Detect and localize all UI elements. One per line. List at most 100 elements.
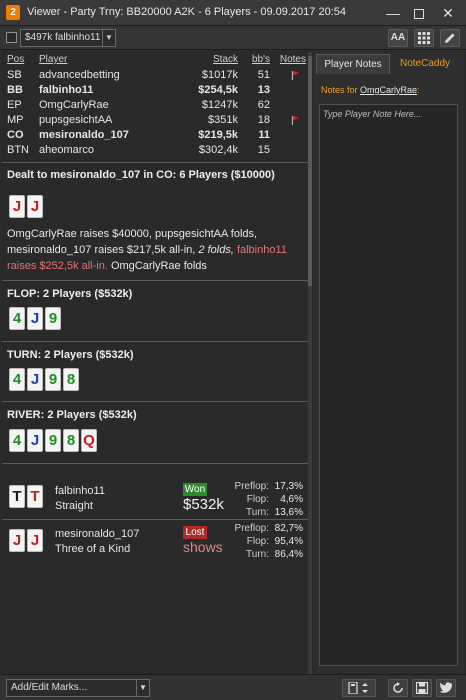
grid-button[interactable] — [414, 29, 434, 47]
player-player: falbinho11 — [39, 84, 94, 96]
player-row[interactable]: CO mesironaldo_107 $219,5k 11 — [2, 129, 308, 144]
shows-label: shows — [183, 539, 223, 555]
divider — [2, 280, 308, 281]
player-select-value: $497k falbinho11 — [25, 32, 101, 43]
playing-card: 4 — [9, 368, 25, 391]
player-note-textarea[interactable]: Type Player Note Here... — [319, 104, 458, 666]
player-bbs: 62 — [257, 99, 270, 111]
equity-label: Preflop: — [234, 523, 269, 534]
preflop-action: OmgCarlyRae raises $40000, pupsgesichtAA… — [7, 226, 305, 274]
player-row[interactable]: BTN aheomarco $302,4k 15 — [2, 144, 308, 159]
grid-icon — [418, 32, 430, 44]
won-amount: $532k — [183, 496, 224, 513]
tweet-button[interactable] — [436, 679, 456, 697]
twitter-icon — [439, 682, 453, 693]
player-bbs: 15 — [257, 144, 270, 156]
equity-turn: 86,4% — [274, 549, 303, 560]
player-stack: $1017k — [201, 69, 238, 81]
player-row[interactable]: EP OmgCarlyRae $1247k 62 — [2, 99, 308, 114]
player-row[interactable]: BB falbinho11 $254,5k 13 — [2, 84, 308, 99]
player-pos: BB — [7, 84, 23, 96]
header-stack: Stack — [212, 54, 238, 65]
hide-checkbox[interactable] — [6, 32, 17, 43]
save-button[interactable] — [412, 679, 432, 697]
equity-preflop: 17,3% — [274, 481, 303, 492]
player-row[interactable]: SB advancedbetting $1017k 51 — [2, 69, 308, 84]
playing-card: 4 — [9, 307, 25, 330]
flag-icon — [291, 71, 300, 80]
player-pos: CO — [7, 129, 24, 141]
turn-header: TURN: 2 Players ($532k) — [7, 349, 134, 361]
calculator-button[interactable] — [342, 679, 376, 697]
lost-badge: Lost — [183, 526, 207, 539]
player-player: pupsgesichtAA — [39, 114, 113, 126]
player-bbs: 51 — [257, 69, 270, 81]
player-pos: SB — [7, 69, 22, 81]
player-player: OmgCarlyRae — [39, 99, 109, 111]
player-row[interactable]: MP pupsgesichtAA $351k 18 — [2, 114, 308, 129]
bottom-bar: Add/Edit Marks... ▼ — [0, 674, 466, 700]
scroll-thumb[interactable] — [308, 56, 312, 286]
won-badge: Won — [183, 483, 207, 496]
winner-name: falbinho11 — [55, 485, 105, 497]
notes-for-text: Notes for — [321, 85, 358, 95]
equity-flop: 95,4% — [274, 536, 303, 547]
notes-player-link[interactable]: OmgCarlyRae — [360, 85, 417, 95]
action-text-folds: 2 folds, — [198, 244, 234, 256]
playing-card: J — [27, 368, 43, 391]
player-bbs: 11 — [258, 129, 270, 141]
equity-label: Turn: — [246, 507, 269, 518]
scrollbar[interactable] — [308, 52, 312, 674]
player-stack: $219,5k — [198, 129, 238, 141]
playing-card: J — [9, 529, 25, 552]
header-pos: Pos — [7, 54, 25, 65]
maximize-button[interactable] — [404, 0, 434, 26]
tab-notecaddy[interactable]: NoteCaddy — [390, 54, 460, 74]
divider — [2, 463, 308, 464]
player-stack: $351k — [208, 114, 238, 126]
hand-history-panel: Pos Player Stack bb's Notes SB advancedbe… — [2, 52, 308, 674]
chevron-down-icon: ▼ — [136, 680, 149, 696]
equity-turn: 13,6% — [274, 507, 303, 518]
loser-name: mesironaldo_107 — [55, 528, 140, 540]
playing-card: J — [27, 195, 43, 218]
divider — [2, 401, 308, 402]
header-notes: Notes — [279, 54, 306, 65]
close-button[interactable]: ✕ — [433, 0, 463, 26]
player-select[interactable]: $497k falbinho11 ▼ — [20, 29, 116, 47]
marks-select[interactable]: Add/Edit Marks... ▼ — [6, 679, 150, 697]
action-text-end: OmgCarlyRae folds — [110, 260, 207, 272]
player-bbs: 13 — [257, 84, 270, 96]
river-header: RIVER: 2 Players ($532k) — [7, 409, 137, 421]
notes-for-label: Notes for OmgCarlyRae: — [321, 85, 420, 95]
player-bbs: 18 — [257, 114, 270, 126]
loser-hand: Three of a Kind — [55, 543, 131, 555]
playing-card: 4 — [9, 429, 25, 452]
divider — [2, 162, 308, 163]
player-stack: $254,5k — [198, 84, 238, 96]
playing-card: J — [27, 529, 43, 552]
edit-button[interactable] — [440, 29, 460, 47]
tab-player-notes[interactable]: Player Notes — [316, 54, 390, 74]
player-player: advancedbetting — [39, 69, 120, 81]
player-stack: $1247k — [201, 99, 238, 111]
header-player: Player — [39, 54, 68, 65]
playing-card: 9 — [45, 368, 61, 391]
header-bbs: bb's — [251, 54, 270, 65]
player-pos: EP — [7, 99, 22, 111]
reload-button[interactable] — [388, 679, 408, 697]
playing-card: Q — [81, 429, 97, 452]
toolbar: $497k falbinho11 ▼ AA — [0, 26, 466, 50]
playing-card: 9 — [45, 307, 61, 330]
notes-panel: Player Notes NoteCaddy Notes for OmgCarl… — [314, 52, 464, 674]
equity-label: Preflop: — [234, 481, 269, 492]
pencil-icon — [445, 33, 455, 43]
flag-icon — [291, 116, 300, 125]
playing-card: J — [27, 429, 43, 452]
playing-card: T — [9, 485, 25, 508]
font-size-button[interactable]: AA — [388, 29, 408, 47]
player-player: mesironaldo_107 — [39, 129, 129, 141]
player-player: aheomarco — [39, 144, 95, 156]
chevron-down-icon: ▼ — [102, 30, 115, 46]
equity-flop: 4,6% — [280, 494, 303, 505]
